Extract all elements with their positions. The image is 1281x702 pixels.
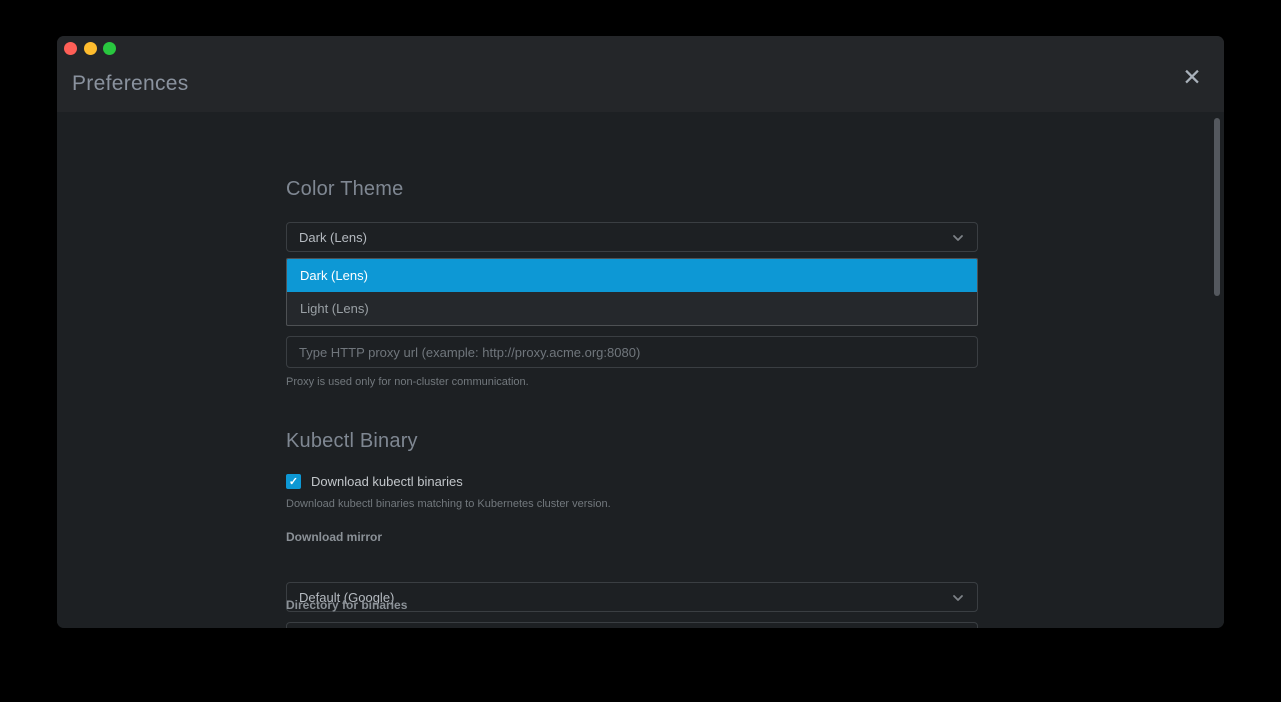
download-kubectl-checkbox-label[interactable]: Download kubectl binaries <box>311 474 463 489</box>
kubectl-binary-heading: Kubectl Binary <box>286 430 978 453</box>
http-proxy-input[interactable] <box>286 336 978 368</box>
scrollbar-thumb[interactable] <box>1214 118 1220 296</box>
preferences-content: Color Theme Dark (Lens) Dark (Lens) Ligh… <box>57 112 1224 628</box>
checkbox-checked-icon[interactable]: ✓ <box>286 474 301 489</box>
directory-for-binaries-label: Directory for binaries <box>286 598 978 612</box>
dropdown-option-light[interactable]: Light (Lens) <box>287 292 977 325</box>
download-mirror-label: Download mirror <box>286 530 978 544</box>
color-theme-dropdown-menu: Dark (Lens) Light (Lens) <box>286 258 978 326</box>
traffic-light-close-icon[interactable] <box>64 42 77 55</box>
traffic-light-minimize-icon[interactable] <box>84 42 97 55</box>
download-kubectl-checkbox-row: ✓ Download kubectl binaries <box>286 474 978 489</box>
title-bar: Preferences ✕ <box>57 36 1224 112</box>
close-button[interactable]: ✕ <box>1175 60 1209 94</box>
directory-for-binaries-input[interactable] <box>286 622 978 628</box>
close-icon: ✕ <box>1182 64 1201 91</box>
download-kubectl-helper: Download kubectl binaries matching to Ku… <box>286 498 978 510</box>
traffic-light-zoom-icon[interactable] <box>103 42 116 55</box>
color-theme-heading: Color Theme <box>286 178 978 201</box>
http-proxy-helper: Proxy is used only for non-cluster commu… <box>286 376 978 388</box>
chevron-down-icon <box>951 231 965 245</box>
color-theme-select-value: Dark (Lens) <box>299 230 367 245</box>
directory-for-binaries-field-wrap <box>286 622 978 628</box>
preferences-window: Preferences ✕ Color Theme Dark (Lens) Da… <box>57 36 1224 628</box>
color-theme-select[interactable]: Dark (Lens) <box>286 222 978 252</box>
page-title: Preferences <box>72 72 189 96</box>
check-icon: ✓ <box>289 475 298 488</box>
http-proxy-field-wrap <box>286 336 978 368</box>
dropdown-option-dark[interactable]: Dark (Lens) <box>287 259 977 292</box>
